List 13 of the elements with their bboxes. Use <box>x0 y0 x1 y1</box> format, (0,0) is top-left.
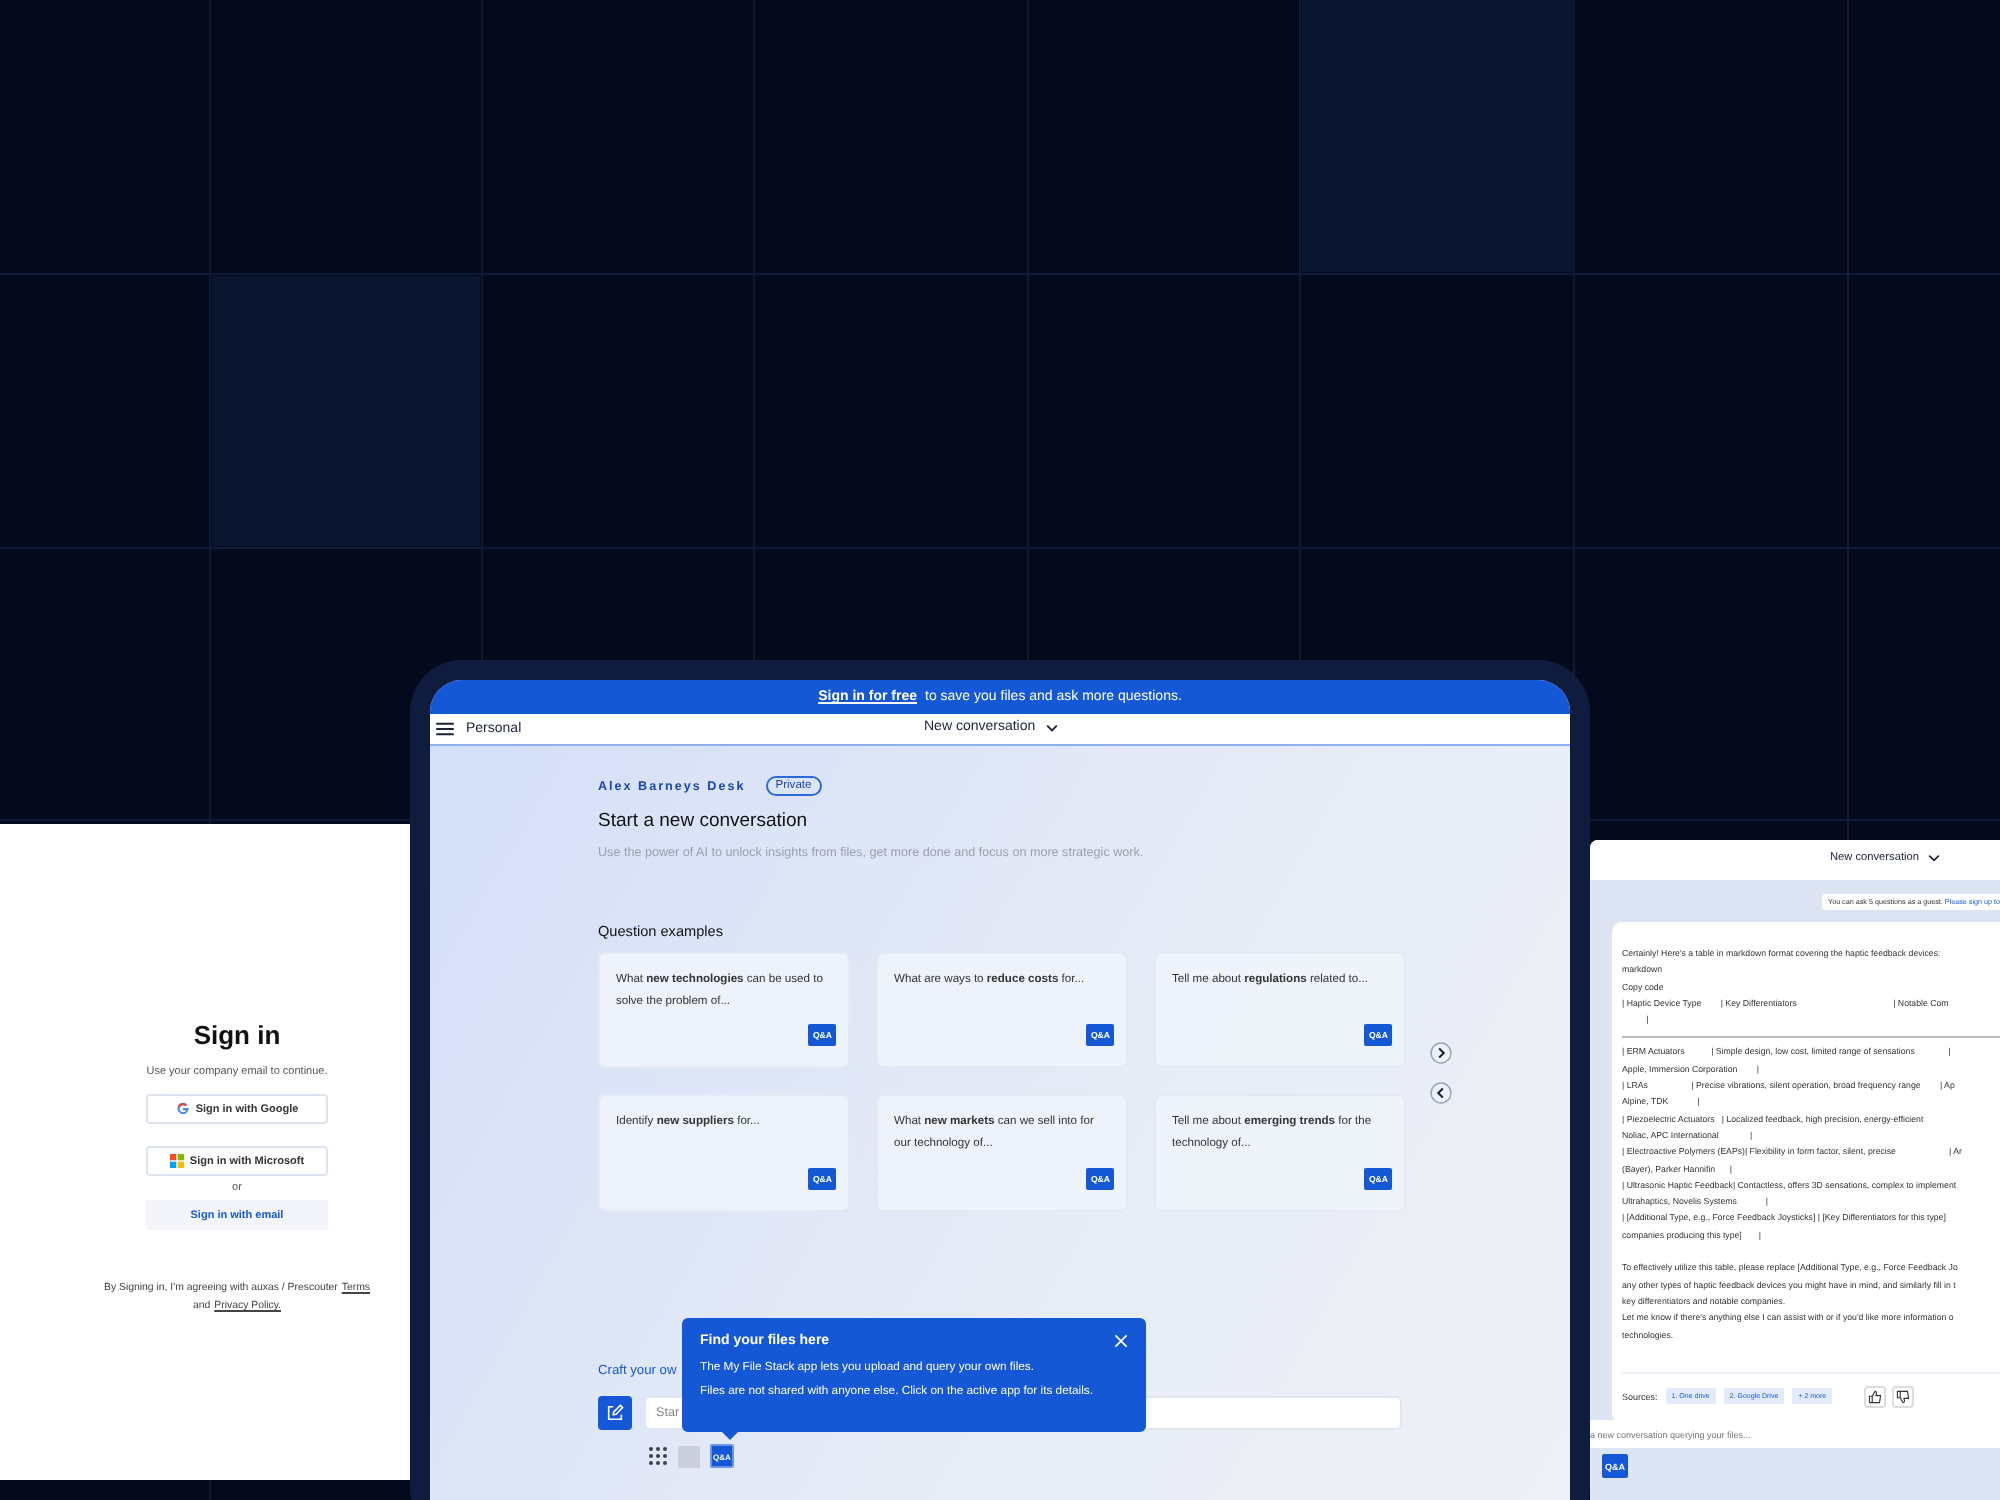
chevron-down-icon <box>1928 854 1941 862</box>
apps-grid-icon[interactable] <box>648 1446 668 1466</box>
chevron-down-icon <box>1045 723 1058 731</box>
thumbs-up-icon[interactable] <box>1864 1385 1887 1408</box>
google-logo-icon <box>175 1102 190 1116</box>
thumbs-down-icon[interactable] <box>1892 1385 1915 1408</box>
close-icon[interactable] <box>1114 1334 1128 1348</box>
sign-in-title: Sign in <box>193 1020 281 1050</box>
microsoft-logo-icon <box>169 1154 184 1168</box>
menu-icon[interactable] <box>436 722 454 736</box>
edit-icon <box>606 1404 624 1422</box>
page-title: Start a new conversation <box>598 810 810 832</box>
new-prompt-button[interactable] <box>598 1396 632 1430</box>
